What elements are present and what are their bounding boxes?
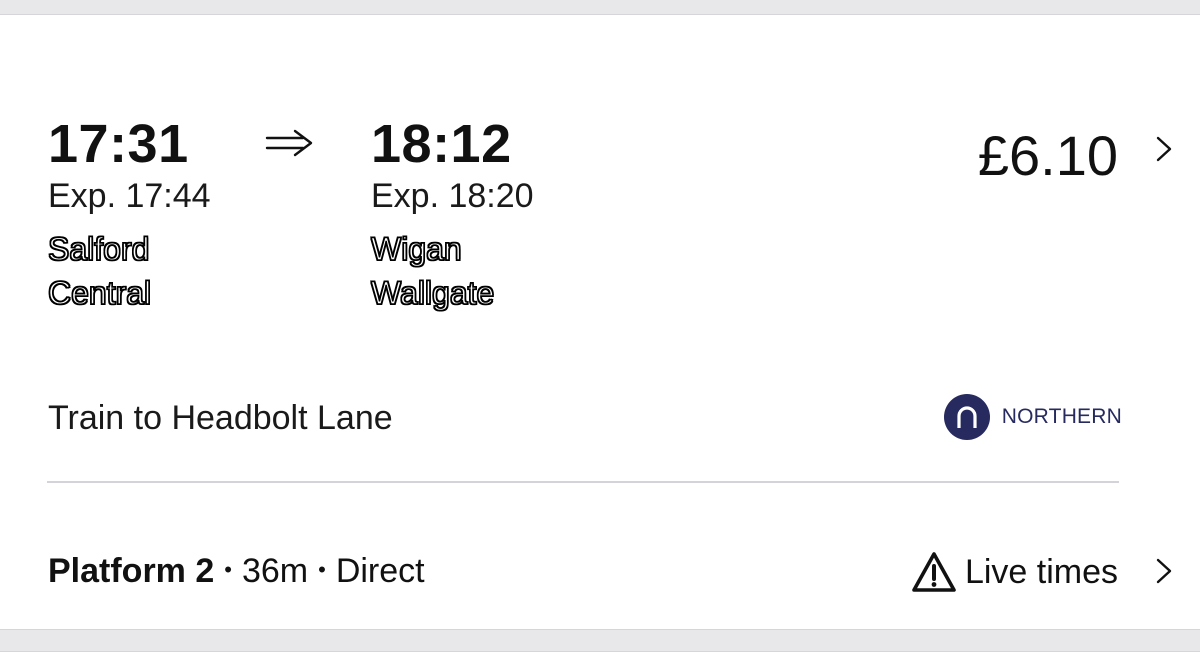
journey-changes: Direct bbox=[335, 552, 425, 590]
live-times-label: Live times bbox=[964, 552, 1118, 591]
arrival-station-line1: Wigan bbox=[370, 230, 462, 267]
northern-logo-icon bbox=[943, 394, 990, 440]
journey-card: 17:31 Exp. 17:44 Salford Central 18:12 E… bbox=[0, 14, 1200, 630]
separator-dot: • bbox=[318, 557, 326, 583]
operator-name: NORTHERN bbox=[1001, 405, 1122, 428]
departure-expected-time: Exp. 17:44 bbox=[48, 177, 211, 215]
journey-details-row[interactable]: Platform 2 • 36m • Direct Live times bbox=[0, 521, 1200, 601]
separator-dot: • bbox=[224, 557, 232, 583]
chevron-right-icon[interactable] bbox=[1155, 557, 1175, 585]
arrival-station-line2: Wallgate bbox=[370, 274, 495, 311]
arrival-expected-time: Exp. 18:20 bbox=[371, 177, 534, 215]
journey-summary-row[interactable]: 17:31 Exp. 17:44 Salford Central 18:12 E… bbox=[0, 15, 1200, 440]
operator-badge: NORTHERN bbox=[943, 393, 1122, 441]
fare-price: £6.10 bbox=[977, 124, 1118, 187]
divider bbox=[47, 481, 1119, 483]
journey-details: Platform 2 • 36m • Direct bbox=[48, 554, 425, 588]
live-times-link[interactable]: Live times bbox=[911, 547, 1118, 597]
arrival-time: 18:12 bbox=[371, 114, 512, 174]
double-arrow-right-icon bbox=[265, 129, 313, 157]
departure-time: 17:31 bbox=[48, 114, 189, 174]
train-destination: Train to Headbolt Lane bbox=[48, 399, 393, 437]
warning-triangle-icon bbox=[912, 552, 956, 592]
departure-station-line1: Salford bbox=[47, 230, 150, 267]
next-card-edge bbox=[0, 651, 1200, 662]
departure-station: Salford Central bbox=[47, 227, 288, 315]
journey-duration: 36m bbox=[241, 552, 309, 590]
chevron-right-icon[interactable] bbox=[1155, 135, 1175, 163]
platform-label: Platform 2 bbox=[48, 552, 215, 590]
arrival-station: Wigan Wallgate bbox=[370, 227, 611, 315]
departure-station-line2: Central bbox=[47, 274, 152, 311]
